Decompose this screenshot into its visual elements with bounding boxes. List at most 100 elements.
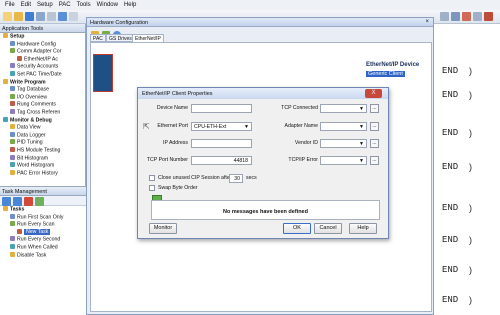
tree-item[interactable]: Rung Comments (0, 101, 85, 109)
cut-icon[interactable] (47, 12, 56, 21)
stop-icon[interactable] (462, 12, 471, 21)
tree-item[interactable]: Bit Histogram (0, 154, 85, 163)
tree-item[interactable]: Security Accounts (0, 63, 85, 71)
tree-item[interactable]: Hardware Config (0, 40, 85, 49)
tab-pac[interactable]: PAC (90, 34, 106, 42)
tcpip-error-ellipsis-button[interactable]: ... (370, 156, 379, 165)
application-tools-tree: Setup Hardware Config Comm Adapter Cor Ethe… (0, 33, 85, 177)
io-icon (10, 93, 15, 99)
vendor-id-ellipsis-button[interactable]: ... (370, 139, 379, 148)
tree-item-label: Data View (17, 124, 41, 131)
tree-item[interactable]: I/O Overview (0, 93, 85, 102)
tree-item-label: EtherNet/IP Ac (24, 56, 58, 63)
menu-help[interactable]: Help (121, 2, 139, 8)
zoom-icon[interactable] (440, 12, 449, 21)
grid-icon[interactable] (473, 12, 482, 21)
tcp-connected-ellipsis-button[interactable]: ... (370, 104, 379, 113)
vendor-id-select[interactable]: ▼ (320, 139, 367, 148)
task-icon (10, 213, 15, 219)
tree-item[interactable]: Run Every Second (0, 236, 86, 244)
tree-item[interactable]: Set PAC Time/Date (0, 70, 85, 79)
tree-item[interactable]: PID Tuning (0, 139, 85, 147)
menu-edit[interactable]: Edit (18, 2, 34, 8)
tree-item[interactable]: Disable Task (0, 251, 86, 260)
adapter-icon (10, 48, 15, 54)
hardware-icon (10, 40, 15, 46)
tab-ethernet-ip[interactable]: EtherNet/IP (132, 34, 164, 42)
end-keyword: END (442, 235, 459, 245)
end-keyword: END (442, 66, 459, 76)
tree-item[interactable]: Setup (0, 33, 85, 41)
print-icon[interactable] (36, 12, 45, 21)
tree-item[interactable]: PAC Error History (0, 169, 85, 178)
tcp-port-input[interactable]: 44818 (191, 156, 252, 165)
cancel-button[interactable]: Cancel (314, 223, 342, 234)
task-icon (10, 236, 15, 242)
end-bracket: ) (469, 295, 472, 305)
adapter-name-ellipsis-button[interactable]: ... (370, 122, 379, 131)
open-folder-icon[interactable] (14, 12, 23, 21)
task-toolbar (0, 196, 86, 206)
tree-item[interactable]: Write Program (0, 78, 85, 87)
tree-item[interactable]: Tasks (0, 206, 86, 214)
menu-window[interactable]: Window (94, 2, 121, 8)
tree-item[interactable]: Tag Database (0, 86, 85, 94)
tree-item-label: HS Module Testing (17, 147, 61, 154)
tree-item[interactable]: EtherNet/IP Ac (0, 55, 85, 64)
hardware-config-close-icon[interactable]: × (425, 19, 429, 25)
ip-address-input[interactable] (191, 139, 252, 148)
tree-item-label: Rung Comments (17, 101, 56, 108)
task-icon (10, 243, 15, 249)
tree-item[interactable]: Comm Adapter Cor (0, 48, 85, 56)
device-client[interactable]: Generic Client (366, 71, 405, 77)
tree-item-label: Tasks (10, 206, 25, 213)
tree-item-label: Comm Adapter Cor (17, 48, 62, 55)
monitor-button[interactable]: Monitor (149, 223, 177, 234)
help-button[interactable]: Help (349, 223, 377, 234)
tree-item[interactable]: Run When Called (0, 243, 86, 252)
menu-file[interactable]: File (2, 2, 18, 8)
tree-item[interactable]: Data Logger (0, 131, 85, 140)
transfer-icon[interactable] (58, 12, 67, 21)
tree-item[interactable]: New Task (0, 228, 86, 237)
menu-setup[interactable]: Setup (34, 2, 56, 8)
save-icon[interactable] (25, 12, 34, 21)
ethernet-port-select[interactable]: CPU-ETH-Ext ▼ (191, 122, 252, 131)
monitor-folder-icon (3, 116, 8, 122)
hardware-config-title: Hardware Configuration (87, 18, 433, 27)
task-refresh-icon[interactable] (35, 197, 44, 206)
tcpip-error-select[interactable]: ▼ (320, 156, 367, 165)
tree-item[interactable]: Run Every Scan (0, 221, 86, 229)
new-file-icon[interactable] (3, 12, 12, 21)
task-add-icon[interactable] (2, 197, 11, 206)
task-icon (10, 221, 15, 227)
menu-pac[interactable]: PAC (56, 2, 74, 8)
tcp-connected-select[interactable]: ▼ (320, 104, 367, 113)
tree-item[interactable]: Data View (0, 124, 85, 132)
tree-item[interactable]: Word Histogram (0, 162, 85, 170)
ok-button[interactable]: OK (283, 223, 311, 234)
tree-item[interactable]: Tag Cross Referen (0, 108, 85, 117)
menu-tools[interactable]: Tools (74, 2, 94, 8)
layout-icon[interactable] (451, 12, 460, 21)
tree-item[interactable]: HS Module Testing (0, 146, 85, 155)
close-unused-input[interactable]: 30 (229, 174, 243, 183)
setup-folder-icon (3, 33, 8, 38)
tree-item-label: PID Tuning (17, 139, 43, 146)
ethernet-device-image[interactable] (93, 54, 113, 92)
adapter-name-select[interactable]: ▼ (320, 122, 367, 131)
tree-item-label: PAC Error History (17, 170, 58, 177)
tree-item-label: Monitor & Debug (10, 117, 52, 124)
task-edit-icon[interactable] (13, 197, 22, 206)
tree-item[interactable]: Run First Scan Only (0, 213, 86, 222)
swap-byte-checkbox[interactable] (149, 185, 155, 191)
copy-icon[interactable] (69, 12, 78, 21)
device-name-input[interactable] (191, 104, 252, 113)
close-all-icon[interactable] (484, 12, 493, 21)
task-delete-icon[interactable] (24, 197, 33, 206)
tree-item[interactable]: Monitor & Debug (0, 116, 85, 125)
tab-gs-drives[interactable]: GS Drives (106, 34, 135, 42)
close-unused-checkbox[interactable] (149, 175, 155, 181)
dialog-close-button[interactable]: X (365, 89, 382, 98)
chevron-down-icon: ▼ (359, 158, 364, 164)
